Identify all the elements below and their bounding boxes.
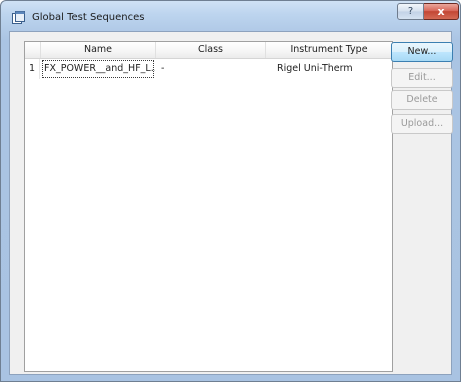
cell-class[interactable]: - <box>156 59 265 79</box>
edit-button[interactable]: Edit... <box>391 68 453 88</box>
cell-instrument-type[interactable]: Rigel Uni-Therm <box>266 59 392 79</box>
close-button[interactable]: x <box>424 3 459 20</box>
window-icon <box>12 11 25 24</box>
delete-button[interactable]: Delete <box>391 90 453 110</box>
column-header-class[interactable]: Class <box>155 42 265 58</box>
window-title: Global Test Sequences <box>32 12 145 23</box>
column-header-instrument-type[interactable]: Instrument Type <box>265 42 392 58</box>
new-button[interactable]: New... <box>391 42 453 62</box>
table-row[interactable]: 1 FX_POWER__and_HF_L... - Rigel Uni-Ther… <box>25 59 392 79</box>
help-button[interactable]: ? <box>397 3 424 20</box>
column-header-name[interactable]: Name <box>40 42 155 58</box>
title-bar[interactable]: Global Test Sequences ? x <box>1 1 460 31</box>
help-icon: ? <box>407 6 414 17</box>
table-header: Name Class Instrument Type <box>25 42 392 59</box>
upload-button[interactable]: Upload... <box>391 114 453 134</box>
sequences-table[interactable]: Name Class Instrument Type 1 FX_POWER__a… <box>24 41 393 372</box>
dialog-client-area: Name Class Instrument Type 1 FX_POWER__a… <box>9 31 452 375</box>
row-number[interactable]: 1 <box>25 59 40 79</box>
dialog-window: Global Test Sequences ? x Name Class Ins… <box>0 0 461 382</box>
cell-name[interactable]: FX_POWER__and_HF_L... <box>41 59 155 79</box>
header-corner[interactable] <box>25 42 40 58</box>
close-icon: x <box>437 5 445 18</box>
